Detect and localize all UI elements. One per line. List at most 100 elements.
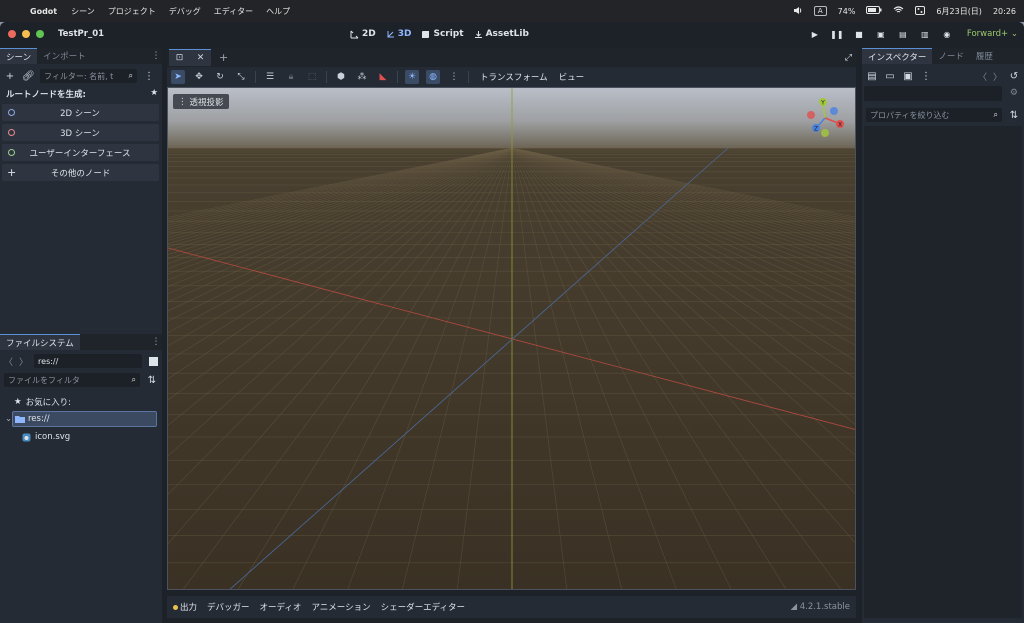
stop-icon[interactable]: ■ [853, 28, 865, 40]
favorites-star-icon[interactable]: ★ [150, 88, 158, 100]
preview-options-icon[interactable]: ⋮ [447, 70, 461, 84]
mode-2d-button[interactable]: 2D [350, 29, 376, 39]
environment-preview-icon[interactable]: ◍ [426, 70, 440, 84]
lock-icon[interactable]: 🔒︎ [284, 70, 298, 84]
scale-tool-icon[interactable]: ⤡ [234, 70, 248, 84]
property-sort-icon[interactable]: ⇅ [1008, 110, 1020, 121]
group-icon[interactable]: ⬚ [305, 70, 319, 84]
scene-dock-menu-icon[interactable]: ⋮ [152, 48, 161, 64]
view-menu[interactable]: ビュー [559, 71, 585, 83]
save-resource-icon[interactable]: ▣ [902, 71, 914, 82]
gizmo-neg-z[interactable] [830, 107, 838, 115]
menubar-time[interactable]: 20:26 [993, 7, 1016, 16]
create-root-label: ルートノードを生成: [6, 90, 86, 100]
menu-help[interactable]: ヘルプ [266, 6, 290, 17]
forward-icon[interactable]: 〉 [19, 355, 28, 368]
expand-arrow-icon[interactable]: ⌄ [5, 414, 12, 424]
play-icon[interactable]: ▶ [809, 28, 821, 40]
animation-tab[interactable]: アニメーション [311, 601, 370, 613]
volume-icon[interactable] [793, 6, 803, 17]
create-3d-scene-button[interactable]: 3D シーン [2, 124, 159, 141]
play-scene-icon[interactable]: ▤ [897, 28, 909, 40]
menu-scene[interactable]: シーン [71, 6, 95, 17]
tab-node[interactable]: ノード [932, 48, 970, 64]
wifi-icon[interactable] [893, 6, 904, 16]
file-filter-input[interactable]: ファイルをフィルタ ⌕ [4, 373, 140, 387]
new-resource-icon[interactable]: ▤ [866, 71, 878, 82]
app-menu[interactable]: Godot [30, 7, 57, 16]
perspective-menu[interactable]: ⋮ 透視投影 [173, 94, 229, 109]
close-tab-icon[interactable]: ✕ [197, 53, 205, 63]
icon-svg-file-row[interactable]: icon.svg [22, 429, 70, 445]
resource-menu-icon[interactable]: ⋮ [920, 71, 932, 82]
camera-override-icon[interactable]: ◣ [376, 70, 390, 84]
tab-scene[interactable]: シーン [0, 48, 38, 64]
menu-editor[interactable]: エディター [214, 6, 253, 17]
create-ui-scene-button[interactable]: ユーザーインターフェース [2, 144, 159, 161]
load-resource-icon[interactable]: ▭ [884, 71, 896, 82]
scene-tab-unsaved[interactable]: ⊡ ✕ [169, 49, 211, 66]
tab-import[interactable]: インポート [37, 48, 92, 64]
3d-viewport[interactable]: ⋮ 透視投影 Y X Z [167, 87, 856, 590]
create-2d-scene-button[interactable]: 2D シーン [2, 104, 159, 121]
sun-preview-icon[interactable]: ☀ [405, 70, 419, 84]
filesystem-dock-menu-icon[interactable]: ⋮ [152, 334, 161, 350]
transform-menu[interactable]: トランスフォーム [480, 71, 548, 83]
scene-filter-input[interactable]: フィルター: 名前, t ⌕ [40, 69, 137, 83]
shader-editor-tab[interactable]: シェーダーエディター [381, 601, 465, 613]
version-text: 4.2.1.stable [799, 602, 850, 612]
instance-scene-icon[interactable]: 🔗︎ [22, 71, 35, 82]
debugger-tab[interactable]: デバッガー [207, 601, 250, 613]
mode-3d-button[interactable]: 3D [386, 29, 411, 39]
history-back-icon[interactable]: 〈 [978, 70, 987, 83]
version-label[interactable]: ◢ 4.2.1.stable [790, 602, 850, 612]
distraction-free-icon[interactable]: ⤢ [845, 53, 852, 63]
back-icon[interactable]: 〈 [4, 355, 13, 368]
scene-filter-menu-icon[interactable]: ⋮ [143, 71, 155, 82]
add-node-icon[interactable]: + [4, 71, 16, 82]
menu-debug[interactable]: デバッグ [169, 6, 201, 17]
remote-debug-icon[interactable]: ▣ [875, 28, 887, 40]
object-properties-icon[interactable]: ⚙ [1010, 88, 1018, 98]
minimize-window-button[interactable] [22, 30, 30, 38]
zoom-window-button[interactable] [36, 30, 44, 38]
tab-inspector[interactable]: インスペクター [862, 48, 933, 64]
rotate-tool-icon[interactable]: ↻ [213, 70, 227, 84]
property-filter-input[interactable]: プロパティを絞り込む ⌕ [866, 108, 1002, 122]
view-gizmo[interactable]: Y X Z [803, 94, 849, 140]
res-folder-row[interactable]: ⌄ res:// [5, 411, 157, 427]
audio-tab[interactable]: オーディオ [260, 601, 302, 613]
snap-icon[interactable]: ⁂ [355, 70, 369, 84]
renderer-selector[interactable]: Forward+ ⌄ [967, 29, 1018, 39]
menu-project[interactable]: プロジェクト [108, 6, 156, 17]
local-space-icon[interactable]: ⬢ [334, 70, 348, 84]
pause-icon[interactable]: ❚❚ [830, 28, 843, 40]
menubar-date[interactable]: 6月23日(日) [936, 6, 982, 17]
other-node-button[interactable]: + その他のノード [2, 164, 159, 181]
select-tool-icon[interactable]: ➤ [171, 70, 185, 84]
gizmo-neg-x[interactable] [807, 111, 815, 119]
history-forward-icon[interactable]: 〉 [993, 70, 1002, 83]
sort-icon[interactable]: ⇅ [146, 375, 158, 386]
favorites-row[interactable]: ★ お気に入り: [14, 394, 71, 410]
output-tab[interactable]: 出力 [173, 601, 197, 613]
list-select-icon[interactable]: ☰ [263, 70, 277, 84]
mode-assetlib-button[interactable]: AssetLib [474, 29, 529, 39]
move-tool-icon[interactable]: ✥ [192, 70, 206, 84]
close-window-button[interactable] [8, 30, 16, 38]
history-icon[interactable]: ↺ [1008, 71, 1020, 82]
input-mode-indicator[interactable]: A [813, 6, 827, 16]
play-custom-scene-icon[interactable]: ▥ [919, 28, 931, 40]
mode-assetlib-label: AssetLib [485, 29, 529, 39]
battery-icon[interactable] [866, 6, 882, 16]
tab-filesystem[interactable]: ファイルシステム [0, 334, 80, 350]
add-scene-tab-icon[interactable]: + [219, 51, 228, 64]
mode-script-button[interactable]: Script [421, 29, 464, 39]
split-mode-icon[interactable] [149, 356, 158, 366]
tab-history[interactable]: 履歴 [970, 48, 999, 64]
gizmo-neg-y[interactable] [821, 129, 829, 137]
object-selector-field[interactable] [864, 86, 1002, 101]
path-field[interactable]: res:// [34, 354, 143, 368]
movie-maker-icon[interactable]: ◉ [941, 28, 953, 40]
control-center-icon[interactable] [915, 5, 926, 17]
